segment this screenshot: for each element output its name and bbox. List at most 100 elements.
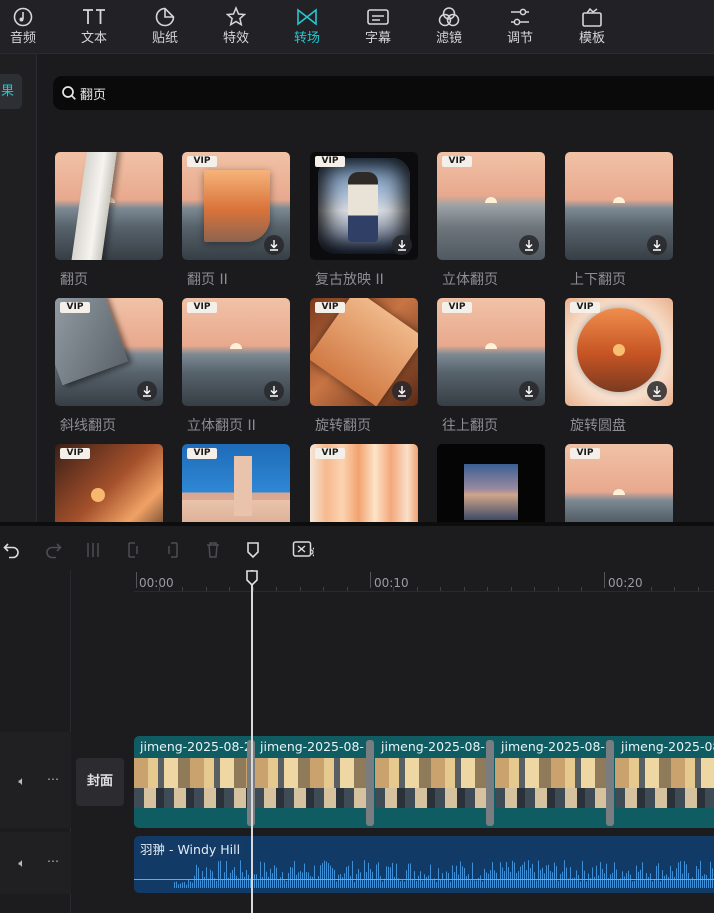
search-icon	[62, 86, 76, 100]
download-icon	[270, 240, 278, 251]
transition-name: 翻页	[60, 272, 88, 288]
transition-item[interactable]: VIP 立体翻页	[437, 152, 545, 288]
download-button[interactable]	[519, 381, 539, 401]
transition-name: 上下翻页	[570, 272, 626, 288]
ruler-label: 00:20	[608, 576, 643, 590]
download-button[interactable]	[519, 235, 539, 255]
split-icon[interactable]	[83, 540, 103, 560]
vip-badge: VIP	[60, 448, 90, 459]
video-clip[interactable]: jimeng-2025-08-	[615, 736, 714, 828]
video-clip[interactable]: jimeng-2025-08-2	[134, 736, 250, 828]
trim-left-icon[interactable]	[123, 540, 143, 560]
transition-thumbnail: VIP	[182, 444, 290, 522]
playhead-handle[interactable]	[246, 570, 258, 586]
sidebar-item-active[interactable]: 果	[0, 74, 22, 109]
transition-item[interactable]: VIP 复古放映 II	[310, 152, 418, 288]
transition-item[interactable]: VIP 往上翻页	[437, 298, 545, 434]
video-track-header: 🔈︎ ⋯	[0, 732, 71, 828]
transition-thumbnail: VIP	[55, 444, 163, 522]
transition-item[interactable]: 上下翻页	[565, 152, 673, 288]
download-button[interactable]	[392, 381, 412, 401]
filter-icon	[438, 7, 460, 27]
transition-thumbnail: VIP	[437, 298, 545, 406]
marker-icon[interactable]	[243, 540, 263, 560]
transition-item[interactable]: VIP 旋转圆盘	[565, 298, 673, 434]
download-icon	[270, 386, 278, 397]
transition-name: 立体翻页	[442, 272, 498, 288]
video-clip[interactable]: jimeng-2025-08-	[375, 736, 491, 828]
video-clip[interactable]: jimeng-2025-08-	[495, 736, 611, 828]
track-headers: 🔈︎ ⋯ 🔈︎ ⋯	[0, 570, 71, 913]
vip-badge: VIP	[315, 302, 345, 313]
playhead[interactable]	[251, 570, 253, 913]
download-icon	[525, 240, 533, 251]
clip-title: jimeng-2025-08-	[260, 739, 364, 754]
cover-button[interactable]: 封面	[76, 758, 124, 806]
tab-subtitle[interactable]: 字幕	[348, 0, 408, 54]
subtitle-icon	[367, 9, 389, 25]
redo-icon[interactable]	[43, 540, 63, 560]
download-button[interactable]	[647, 381, 667, 401]
transition-slot[interactable]	[606, 740, 614, 826]
ruler-label: 00:10	[374, 576, 409, 590]
delete-icon[interactable]	[203, 540, 223, 560]
vip-badge: VIP	[315, 156, 345, 167]
audio-track[interactable]: 羽翀 - Windy Hill	[134, 836, 714, 893]
download-button[interactable]	[264, 381, 284, 401]
tab-filter[interactable]: 滤镜	[419, 0, 479, 54]
volume-icon[interactable]: 🔈︎	[14, 774, 30, 788]
time-ruler[interactable]: 00:00 00:10 00:20	[134, 570, 714, 592]
trim-right-icon[interactable]	[163, 540, 183, 560]
transition-item[interactable]: VIP	[310, 444, 418, 522]
download-button[interactable]	[392, 235, 412, 255]
tab-adjust[interactable]: 调节	[490, 0, 550, 54]
transition-slot[interactable]	[486, 740, 494, 826]
transition-item[interactable]: VIP	[565, 444, 673, 522]
download-button[interactable]	[264, 235, 284, 255]
search-input[interactable]	[80, 82, 380, 104]
tab-sticker[interactable]: 贴纸	[135, 0, 195, 54]
tab-audio[interactable]: 音频	[0, 0, 53, 54]
tab-template[interactable]: 模板	[562, 0, 622, 54]
tab-filter-label: 滤镜	[435, 31, 462, 46]
more-icon[interactable]: ⋯	[45, 772, 61, 786]
vip-badge: VIP	[570, 302, 600, 313]
transition-item[interactable]: VIP	[182, 444, 290, 522]
transition-slot[interactable]	[366, 740, 374, 826]
audio-track-header: 🔈︎ ⋯	[0, 832, 71, 894]
transition-item[interactable]: VIP 翻页 II	[182, 152, 290, 288]
tab-sticker-label: 贴纸	[151, 31, 178, 46]
tab-effects[interactable]: 特效	[206, 0, 266, 54]
transition-item[interactable]	[437, 444, 545, 522]
template-icon	[582, 7, 602, 27]
download-icon	[398, 386, 406, 397]
audio-clip-title: 羽翀 - Windy Hill	[140, 839, 244, 858]
tab-text[interactable]: 文本	[64, 0, 124, 54]
auto-cut-icon[interactable]	[292, 540, 314, 560]
video-track[interactable]: jimeng-2025-08-2 jimeng-2025-08- jimeng-…	[134, 736, 714, 828]
more-icon[interactable]: ⋯	[45, 854, 61, 868]
transition-thumbnail: VIP	[182, 152, 290, 260]
vip-badge: VIP	[187, 302, 217, 313]
transition-item[interactable]: VIP 斜线翻页	[55, 298, 163, 434]
transition-item[interactable]: 翻页	[55, 152, 163, 288]
transition-name: 旋转圆盘	[570, 418, 626, 434]
undo-icon[interactable]	[2, 540, 22, 560]
vip-badge: VIP	[187, 448, 217, 459]
transition-thumbnail: VIP	[310, 152, 418, 260]
search-bar[interactable]	[53, 76, 714, 110]
video-clip[interactable]: jimeng-2025-08-	[254, 736, 370, 828]
clip-title: jimeng-2025-08-	[621, 739, 714, 754]
transition-icon	[297, 8, 317, 26]
volume-icon[interactable]: 🔈︎	[14, 856, 30, 870]
transition-item[interactable]: VIP	[55, 444, 163, 522]
download-button[interactable]	[647, 235, 667, 255]
editor-window: 音频 文本 贴纸 特效 转场 字幕 滤镜 调节 模板 果 翻页 翻页 VIP 翻…	[0, 0, 714, 913]
tab-transition[interactable]: 转场	[277, 0, 337, 54]
transition-item[interactable]: VIP 立体翻页 II	[182, 298, 290, 434]
download-button[interactable]	[137, 381, 157, 401]
vip-badge: VIP	[187, 156, 217, 167]
audio-waveform	[134, 860, 714, 888]
transition-name: 斜线翻页	[60, 418, 116, 434]
transition-item[interactable]: VIP 旋转翻页	[310, 298, 418, 434]
